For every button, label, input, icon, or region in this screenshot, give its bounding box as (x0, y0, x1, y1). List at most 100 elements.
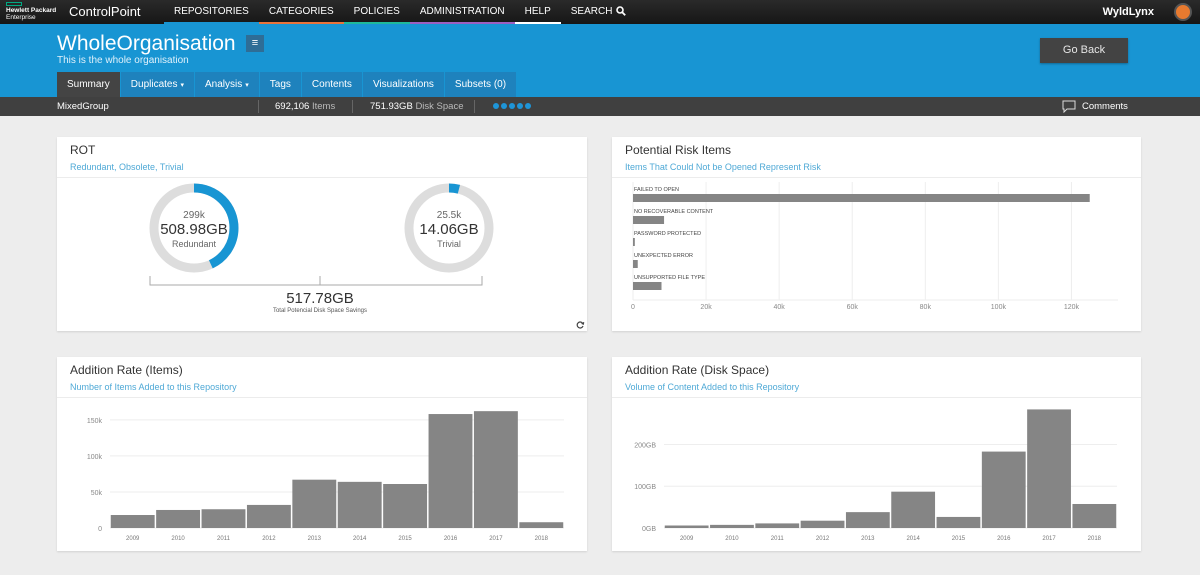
redundant-label: Redundant (172, 239, 217, 249)
search-icon (616, 6, 627, 16)
go-back-button[interactable]: Go Back (1040, 38, 1128, 63)
x-tick-label: 2011 (771, 536, 785, 542)
x-tick-label: 2018 (535, 536, 549, 542)
brand-name[interactable]: ControlPoint (69, 4, 141, 19)
bar-label: NO RECOVERABLE CONTENT (634, 209, 714, 215)
disk-label: Disk Space (415, 101, 464, 112)
bar (845, 512, 890, 528)
bar (519, 522, 564, 528)
x-tick-label: 2011 (217, 536, 231, 542)
comment-icon (1062, 100, 1076, 113)
items-value: 692,106 (275, 101, 310, 112)
bar-label: UNEXPECTED ERROR (634, 253, 693, 259)
tab-label: Analysis (205, 79, 243, 90)
trivial-count: 25.5k (437, 210, 462, 221)
tab-label: Visualizations (372, 79, 434, 90)
items-panel: Addition Rate (Items) Number of Items Ad… (57, 357, 587, 551)
x-tick-label: 80k (920, 304, 932, 311)
nav-help[interactable]: HELP (514, 0, 561, 24)
x-tick-label: 2009 (680, 536, 694, 542)
tab-label: Contents (311, 79, 352, 90)
x-tick-label: 60k (847, 304, 859, 311)
nav-repositories[interactable]: REPOSITORIES (164, 0, 259, 24)
disk-value: 751.93GB (370, 101, 413, 112)
bar-label: PASSWORD PROTECTED (634, 231, 701, 237)
redundant-size: 508.98GB (160, 221, 228, 238)
comments-label: Comments (1082, 101, 1128, 112)
nav-search-label: SEARCH (570, 5, 613, 17)
x-tick-label: 2018 (1088, 536, 1102, 542)
y-tick-label: 150k (87, 418, 103, 425)
group-name: MixedGroup (57, 101, 109, 112)
divider (474, 100, 475, 113)
bar (337, 481, 382, 528)
risk-chart: 0 20k 40k 60k 80k 100k 120k FAILED TO OPEN NO RE… (631, 182, 1118, 311)
x-tick-label: 2012 (262, 536, 276, 542)
bar (800, 520, 845, 528)
bar (710, 524, 754, 528)
x-tick-label: 120k (1064, 304, 1080, 311)
y-tick-label: 50k (91, 490, 103, 497)
x-tick-label: 2015 (398, 536, 412, 542)
tab-label: Duplicates (130, 79, 178, 90)
page-subtitle: This is the whole organisation (57, 55, 189, 66)
x-tick-label: 2013 (308, 536, 322, 542)
bar (936, 516, 981, 528)
tab-label: Summary (67, 79, 110, 90)
bar (156, 509, 201, 528)
savings-bracket (149, 276, 483, 286)
chevron-down-icon: ▾ (180, 82, 185, 89)
tab-contents[interactable]: Contents (301, 72, 362, 97)
nav-policies[interactable]: POLICIES (343, 0, 410, 24)
items-chart: 0 50k 100k 150k 2009 2010 2011 2012 2013 2014 2015… (87, 411, 564, 542)
tab-visualizations[interactable]: Visualizations (362, 72, 444, 97)
x-tick-label: 2016 (444, 536, 458, 542)
bar-label: FAILED TO OPEN (634, 187, 679, 193)
nav-categories[interactable]: CATEGORIES (258, 0, 344, 24)
tab-summary[interactable]: Summary (57, 72, 120, 97)
bar-label: UNSUPPORTED FILE TYPE (634, 275, 705, 281)
menu-icon[interactable]: ≡ (246, 35, 264, 52)
bar (1027, 409, 1071, 528)
x-tick-label: 2012 (816, 536, 830, 542)
tab-subsets[interactable]: Subsets (0) (444, 72, 517, 97)
logo-line2: Enterprise (6, 14, 36, 21)
trivial-label: Trivial (437, 239, 461, 249)
username[interactable]: WyldLynx (1103, 6, 1154, 18)
hpe-logo-mark (6, 2, 22, 6)
x-tick-label: 2009 (126, 536, 140, 542)
risk-bar (633, 260, 638, 268)
total-savings-label: Total Potencial Disk Space Savings (273, 308, 367, 314)
top-nav: Hewlett Packard Enterprise ControlPoint … (0, 0, 1200, 24)
x-tick-label: 2010 (725, 536, 739, 542)
bar (755, 523, 800, 528)
x-tick-label: 2016 (997, 536, 1011, 542)
bar (292, 479, 337, 528)
tab-analysis[interactable]: Analysis ▾ (195, 72, 259, 97)
bar (981, 451, 1026, 528)
bar (110, 515, 155, 528)
y-tick-label: 200GB (634, 442, 656, 449)
tab-duplicates[interactable]: Duplicates ▾ (120, 72, 195, 97)
y-tick-label: 100k (87, 454, 103, 461)
x-tick-label: 2017 (1042, 536, 1056, 542)
hpe-logo[interactable]: Hewlett Packard Enterprise (6, 2, 62, 22)
x-tick-label: 100k (991, 304, 1007, 311)
refresh-icon[interactable] (575, 320, 585, 330)
tab-label: Tags (269, 79, 291, 90)
avatar[interactable] (1174, 3, 1192, 21)
risk-panel: Potential Risk Items Items That Could No… (612, 137, 1141, 331)
logo-line1: Hewlett Packard (6, 7, 57, 14)
bar (891, 491, 936, 528)
risk-bar (633, 282, 662, 290)
tab-tags[interactable]: Tags (259, 72, 301, 97)
comments-button[interactable]: Comments (1062, 100, 1128, 113)
nav-administration[interactable]: ADMINISTRATION (409, 0, 515, 24)
items-stat: 692,106 Items (275, 101, 335, 112)
disk-chart: 0GB 100GB 200GB 2009 2010 2011 2012 2013 2014 201… (634, 409, 1117, 542)
items-label: Items (311, 101, 336, 112)
y-tick-label: 0GB (642, 526, 656, 533)
risk-bar (633, 194, 1090, 202)
nav-search[interactable]: SEARCH (561, 0, 637, 24)
bar (1072, 503, 1117, 528)
